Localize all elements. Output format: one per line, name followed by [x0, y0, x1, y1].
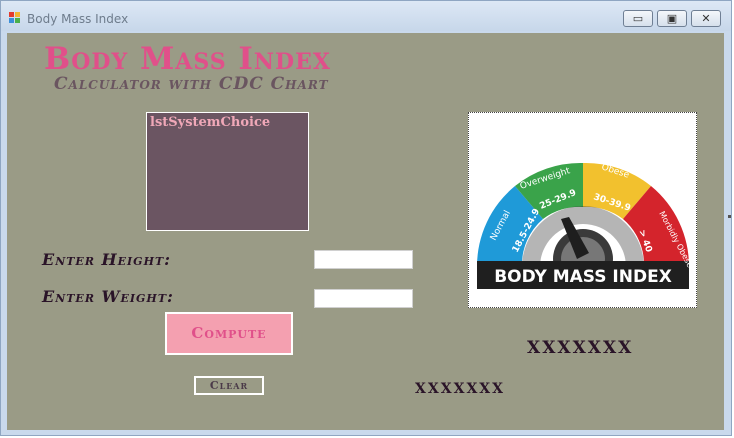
maximize-button[interactable]: ▣: [657, 10, 687, 27]
app-icon: [9, 12, 21, 24]
close-button[interactable]: ✕: [691, 10, 721, 27]
bmi-gauge-image: BODY MASS INDEX Normal 18.5-24.9 Overwei…: [476, 162, 694, 289]
app-window: Body Mass Index ▭ ▣ ✕ Body Mass Index Ca…: [0, 0, 732, 436]
height-input[interactable]: [314, 250, 413, 269]
form-client-area: Body Mass Index Calculator with CDC Char…: [7, 33, 724, 430]
compute-button[interactable]: Compute: [165, 312, 293, 355]
page-title: Body Mass Index: [44, 41, 331, 77]
minimize-button[interactable]: ▭: [623, 10, 653, 27]
title-bar[interactable]: Body Mass Index ▭ ▣ ✕: [1, 1, 731, 31]
bmi-gauge-picturebox: BODY MASS INDEX Normal 18.5-24.9 Overwei…: [468, 112, 697, 308]
system-choice-listbox[interactable]: lstSystemChoice: [146, 112, 309, 231]
clear-button[interactable]: Clear: [194, 376, 264, 395]
weight-label: Enter Weight:: [42, 287, 174, 306]
bmi-category-label: XXXXXXX: [415, 381, 506, 397]
window-title: Body Mass Index: [27, 12, 129, 26]
height-label: Enter Height:: [42, 250, 172, 269]
listbox-item[interactable]: lstSystemChoice: [150, 115, 270, 130]
page-subtitle: Calculator with CDC Chart: [54, 74, 329, 94]
bmi-result-label: XXXXXXX: [527, 338, 634, 358]
weight-input[interactable]: [314, 289, 413, 308]
resize-grip[interactable]: [728, 215, 731, 218]
gauge-banner-text: BODY MASS INDEX: [494, 267, 672, 287]
